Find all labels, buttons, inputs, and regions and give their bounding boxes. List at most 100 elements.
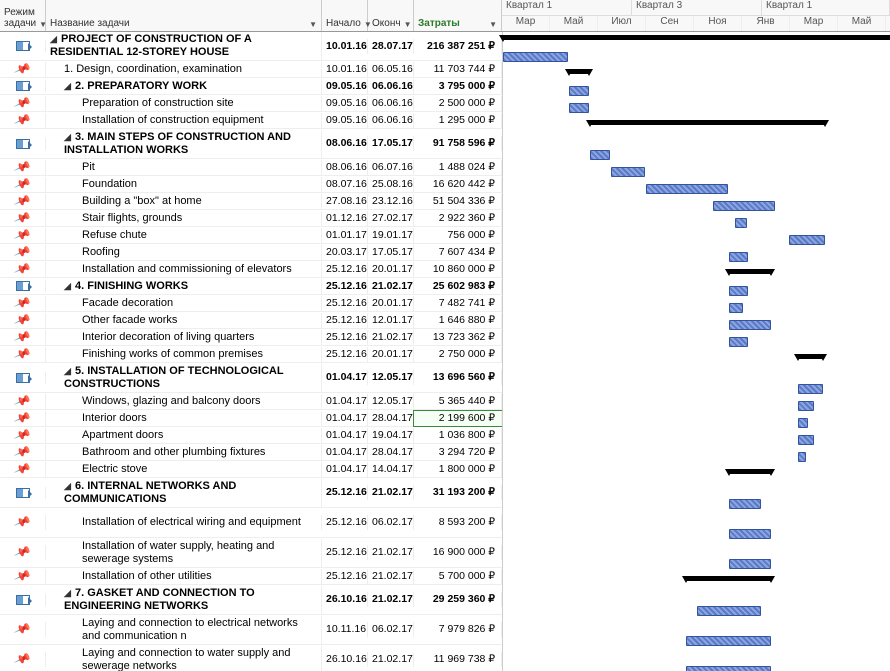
task-row[interactable]: 📌Apartment doors01.04.1719.04.171 036 80… [0,427,502,444]
end-date-cell[interactable]: 21.02.17 [368,545,414,560]
task-bar[interactable] [729,320,771,330]
cost-cell[interactable]: 91 758 596 ₽ [414,136,502,151]
start-date-cell[interactable]: 09.05.16 [322,79,368,94]
task-row[interactable]: 📌Facade decoration25.12.1620.01.177 482 … [0,295,502,312]
cost-cell[interactable]: 31 193 200 ₽ [414,485,502,500]
task-bar[interactable] [729,252,748,262]
cost-cell[interactable]: 25 602 983 ₽ [414,279,502,294]
start-date-cell[interactable]: 08.06.16 [322,160,368,175]
task-row[interactable]: ◢4. FINISHING WORKS25.12.1621.02.1725 60… [0,278,502,295]
cost-cell[interactable]: 2 500 000 ₽ [414,96,502,111]
cost-cell[interactable]: 1 036 800 ₽ [414,428,502,443]
start-date-cell[interactable]: 01.12.16 [322,211,368,226]
summary-bar[interactable] [686,576,771,581]
end-date-cell[interactable]: 21.02.17 [368,592,414,607]
header-mode[interactable]: Режим задачи▼ [0,0,46,31]
end-date-cell[interactable]: 25.08.16 [368,177,414,192]
cost-cell[interactable]: 2 750 000 ₽ [414,347,502,362]
task-bar[interactable] [729,499,761,509]
collapse-icon[interactable]: ◢ [50,33,60,46]
summary-bar[interactable] [569,69,589,74]
end-date-cell[interactable]: 06.07.16 [368,160,414,175]
task-row[interactable]: 📌Installation of water supply, heating a… [0,538,502,568]
task-bar[interactable] [798,452,806,462]
start-date-cell[interactable]: 09.05.16 [322,96,368,111]
task-row[interactable]: 📌1. Design, coordination, examination10.… [0,61,502,78]
task-name-cell[interactable]: Installation of electrical wiring and eq… [46,515,322,530]
cost-cell[interactable]: 11 969 738 ₽ [414,652,502,667]
task-bar[interactable] [569,103,589,113]
task-bar[interactable] [789,235,825,245]
task-row[interactable]: 📌Building a "box" at home27.08.1623.12.1… [0,193,502,210]
task-name-cell[interactable]: Preparation of construction site [46,96,322,111]
task-name-cell[interactable]: Pit [46,160,322,175]
start-date-cell[interactable]: 01.01.17 [322,228,368,243]
cost-cell[interactable]: 16 620 442 ₽ [414,177,502,192]
start-date-cell[interactable]: 01.04.17 [322,394,368,409]
task-row[interactable]: 📌Preparation of construction site09.05.1… [0,95,502,112]
task-row[interactable]: ◢6. INTERNAL NETWORKS AND COMMUNICATIONS… [0,478,502,508]
task-row[interactable]: 📌Installation of electrical wiring and e… [0,508,502,538]
task-row[interactable]: 📌Installation and commissioning of eleva… [0,261,502,278]
cost-cell[interactable]: 1 488 024 ₽ [414,160,502,175]
start-date-cell[interactable]: 25.12.16 [322,296,368,311]
task-name-cell[interactable]: Building a "box" at home [46,194,322,209]
task-bar[interactable] [729,303,743,313]
cost-cell[interactable]: 2 199 600 ₽ [414,411,502,426]
task-name-cell[interactable]: Facade decoration [46,296,322,311]
end-date-cell[interactable]: 28.04.17 [368,411,414,426]
end-date-cell[interactable]: 06.02.17 [368,515,414,530]
end-date-cell[interactable]: 06.02.17 [368,622,414,637]
task-name-cell[interactable]: ◢2. PREPARATORY WORK [46,79,322,94]
start-date-cell[interactable]: 26.10.16 [322,592,368,607]
task-row[interactable]: 📌Stair flights, grounds01.12.1627.02.172… [0,210,502,227]
start-date-cell[interactable]: 25.12.16 [322,545,368,560]
task-name-cell[interactable]: ◢7. GASKET AND CONNECTION TO ENGINEERING… [46,586,322,614]
header-end[interactable]: Оконч▼ [368,0,414,31]
task-row[interactable]: 📌Laying and connection to electrical net… [0,615,502,645]
start-date-cell[interactable]: 25.12.16 [322,569,368,584]
task-bar[interactable] [646,184,728,194]
end-date-cell[interactable]: 27.02.17 [368,211,414,226]
start-date-cell[interactable]: 08.06.16 [322,136,368,151]
task-row[interactable]: 📌Interior doors01.04.1728.04.172 199 600… [0,410,502,427]
cost-cell[interactable]: 13 696 560 ₽ [414,370,502,385]
task-bar[interactable] [729,559,771,569]
task-name-cell[interactable]: Other facade works [46,313,322,328]
task-bar[interactable] [798,435,814,445]
cost-cell[interactable]: 3 795 000 ₽ [414,79,502,94]
task-grid[interactable]: ◢PROJECT OF CONSTRUCTION OF A RESIDENTIA… [0,32,502,671]
task-bar[interactable] [735,218,747,228]
collapse-icon[interactable]: ◢ [64,280,74,293]
start-date-cell[interactable]: 01.04.17 [322,445,368,460]
start-date-cell[interactable]: 25.12.16 [322,330,368,345]
cost-cell[interactable]: 11 703 744 ₽ [414,62,502,77]
header-cost[interactable]: Затраты▼ [414,0,502,31]
task-name-cell[interactable]: ◢6. INTERNAL NETWORKS AND COMMUNICATIONS [46,479,322,507]
end-date-cell[interactable]: 06.06.16 [368,79,414,94]
task-name-cell[interactable]: Finishing works of common premises [46,347,322,362]
cost-cell[interactable]: 13 723 362 ₽ [414,330,502,345]
start-date-cell[interactable]: 01.04.17 [322,428,368,443]
cost-cell[interactable]: 29 259 360 ₽ [414,592,502,607]
task-name-cell[interactable]: ◢5. INSTALLATION OF TECHNOLOGICAL CONSTR… [46,364,322,392]
gantt-chart[interactable] [502,32,890,671]
task-bar[interactable] [729,286,748,296]
end-date-cell[interactable]: 20.01.17 [368,296,414,311]
task-name-cell[interactable]: Roofing [46,245,322,260]
task-row[interactable]: ◢3. MAIN STEPS OF CONSTRUCTION AND INSTA… [0,129,502,159]
task-row[interactable]: 📌Installation of other utilities25.12.16… [0,568,502,585]
header-start[interactable]: Начало▼ [322,0,368,31]
start-date-cell[interactable]: 26.10.16 [322,652,368,667]
task-bar[interactable] [697,606,761,616]
task-name-cell[interactable]: Installation and commissioning of elevat… [46,262,322,277]
cost-cell[interactable]: 5 365 440 ₽ [414,394,502,409]
end-date-cell[interactable]: 20.01.17 [368,347,414,362]
task-name-cell[interactable]: 1. Design, coordination, examination [46,62,322,77]
start-date-cell[interactable]: 10.11.16 [322,622,368,637]
task-bar[interactable] [611,167,645,177]
start-date-cell[interactable]: 01.04.17 [322,370,368,385]
task-bar[interactable] [713,201,775,211]
end-date-cell[interactable]: 06.06.16 [368,96,414,111]
task-bar[interactable] [798,418,808,428]
